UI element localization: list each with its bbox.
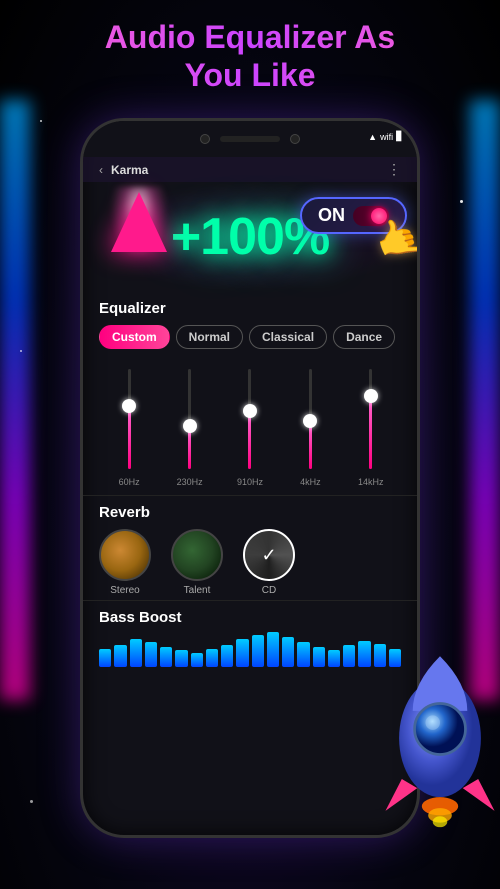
reverb-name-cd: CD xyxy=(262,585,276,596)
bass-bar-15 xyxy=(313,647,325,667)
chip-custom[interactable]: Custom xyxy=(99,325,170,349)
eq-freq-5: 14kHz xyxy=(358,477,384,487)
reverb-check-icon: ✓ xyxy=(245,531,293,579)
eq-track-1[interactable] xyxy=(128,369,131,469)
arrow-up-icon xyxy=(111,192,167,252)
bass-bar-9 xyxy=(221,645,233,667)
phone-camera xyxy=(200,134,210,144)
bass-bar-16 xyxy=(328,650,340,667)
bass-bar-17 xyxy=(343,645,355,667)
equalizer-section: Equalizer Custom Normal Classical Dance … xyxy=(83,292,417,495)
reverb-name-stereo: Stereo xyxy=(110,585,139,596)
phone-camera-2 xyxy=(290,134,300,144)
bass-bar-12 xyxy=(267,632,279,667)
bass-bar-8 xyxy=(206,649,218,667)
chip-classical[interactable]: Classical xyxy=(249,325,327,349)
more-options-icon[interactable]: ⋮ xyxy=(387,161,401,178)
eq-fill-3 xyxy=(248,414,251,469)
bass-bar-1 xyxy=(99,649,111,667)
rocket-svg xyxy=(360,629,500,829)
chip-normal[interactable]: Normal xyxy=(176,325,243,349)
phone-top-bar: ▲ wifi ▊ xyxy=(83,121,417,157)
eq-fill-5 xyxy=(369,399,372,469)
eq-track-2[interactable] xyxy=(188,369,191,469)
bass-bar-5 xyxy=(160,647,172,667)
eq-freq-1: 60Hz xyxy=(119,477,140,487)
bass-bar-11 xyxy=(252,635,264,667)
reverb-section: Reverb Stereo Talent ✓ CD xyxy=(83,495,417,600)
reverb-name-talent: Talent xyxy=(184,585,211,596)
wifi-icon: wifi xyxy=(380,132,393,142)
bass-bar-14 xyxy=(297,642,309,667)
bass-bar-3 xyxy=(130,639,142,667)
reverb-thumb-talent xyxy=(171,529,223,581)
bass-bar-10 xyxy=(236,639,248,667)
equalizer-label: Equalizer xyxy=(99,300,401,317)
reverb-items-container: Stereo Talent ✓ CD xyxy=(99,529,401,596)
phone-speaker xyxy=(220,136,280,142)
reverb-item-talent[interactable]: Talent xyxy=(171,529,223,596)
eq-fill-2 xyxy=(188,429,191,469)
eq-band-4[interactable]: 4kHz xyxy=(290,369,330,487)
eq-band-3[interactable]: 910Hz xyxy=(230,369,270,487)
eq-fill-1 xyxy=(128,409,131,469)
signal-icon: ▲ xyxy=(368,132,377,142)
battery-icon: ▊ xyxy=(396,131,403,142)
bass-bar-7 xyxy=(191,653,203,667)
chip-dance[interactable]: Dance xyxy=(333,325,395,349)
eq-freq-2: 230Hz xyxy=(177,477,203,487)
bass-bars-container[interactable] xyxy=(99,632,401,667)
bass-bar-13 xyxy=(282,637,294,667)
back-chevron-icon: ‹ xyxy=(99,163,103,177)
eq-band-1[interactable]: 60Hz xyxy=(109,369,149,487)
eq-knob-1[interactable] xyxy=(122,399,136,413)
song-info-bar[interactable]: ‹ Karma ⋮ xyxy=(83,157,417,182)
reverb-item-stereo[interactable]: Stereo xyxy=(99,529,151,596)
header: Audio Equalizer As You Like xyxy=(0,18,500,95)
eq-track-4[interactable] xyxy=(309,369,312,469)
eq-knob-4[interactable] xyxy=(303,414,317,428)
bass-bar-4 xyxy=(145,642,157,667)
bass-bar-2 xyxy=(114,645,126,667)
song-name: Karma xyxy=(111,163,148,177)
eq-track-5[interactable] xyxy=(369,369,372,469)
eq-knob-2[interactable] xyxy=(183,419,197,433)
toggle-label: ON xyxy=(318,205,345,226)
eq-sliders-container: 60Hz 230Hz 910Hz xyxy=(99,361,401,491)
eq-track-3[interactable] xyxy=(248,369,251,469)
rocket-decoration xyxy=(360,629,500,829)
eq-freq-4: 4kHz xyxy=(300,477,321,487)
eq-band-5[interactable]: 14kHz xyxy=(351,369,391,487)
page-title: Audio Equalizer As You Like xyxy=(0,18,500,95)
eq-freq-3: 910Hz xyxy=(237,477,263,487)
status-icons: ▲ wifi ▊ xyxy=(368,131,403,142)
bass-bar-6 xyxy=(175,650,187,667)
eq-knob-5[interactable] xyxy=(364,389,378,403)
bass-boost-label: Bass Boost xyxy=(99,609,401,626)
reverb-thumb-stereo xyxy=(99,529,151,581)
toggle-area[interactable]: ON 🤙 xyxy=(300,197,407,234)
reverb-thumb-cd: ✓ xyxy=(243,529,295,581)
reverb-label: Reverb xyxy=(99,504,401,521)
eq-fill-4 xyxy=(309,424,312,469)
eq-band-2[interactable]: 230Hz xyxy=(170,369,210,487)
preset-chips-container: Custom Normal Classical Dance xyxy=(99,325,401,349)
percent-area: +100% ON 🤙 xyxy=(83,182,417,292)
reverb-item-cd[interactable]: ✓ CD xyxy=(243,529,295,596)
eq-knob-3[interactable] xyxy=(243,404,257,418)
